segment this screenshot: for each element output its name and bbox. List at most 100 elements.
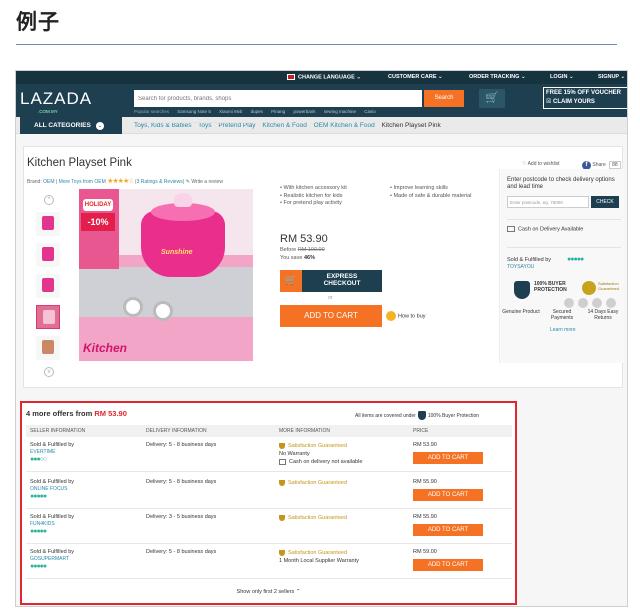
product-title: Kitchen Playset Pink bbox=[27, 157, 132, 169]
check-button[interactable]: CHECK bbox=[591, 196, 619, 208]
trophy-icon bbox=[279, 514, 285, 521]
delivery-info: Delivery: 5 - 8 business days bbox=[146, 549, 217, 555]
change-language-link[interactable]: CHANGE LANGUAGE ⌄ bbox=[287, 74, 361, 80]
column-header: DELIVERY INFORMATION bbox=[146, 428, 207, 434]
chevron-down-icon: ⌄ bbox=[95, 122, 104, 130]
show-fewer-sellers-link[interactable]: Show only first 2 sellers ⌃ bbox=[22, 589, 515, 595]
brand-link[interactable]: OEM bbox=[43, 179, 54, 185]
product-price: RM 53.90 bbox=[280, 233, 328, 245]
more-from-brand-link[interactable]: More Toys from OEM bbox=[59, 179, 106, 185]
trophy-icon bbox=[279, 549, 285, 556]
lazada-logo[interactable]: LAZADA bbox=[20, 89, 92, 109]
all-categories-button[interactable]: ALL CATEGORIES ⌄ bbox=[20, 117, 122, 134]
seller-link[interactable]: FUN4KIDS bbox=[30, 521, 74, 528]
seller-link[interactable]: EVERTIME bbox=[30, 449, 74, 456]
popular-search-link[interactable]: Xiaomi Mi4i bbox=[219, 109, 242, 114]
how-to-buy-link[interactable]: How to buy bbox=[386, 311, 426, 321]
category-bar: ALL CATEGORIES ⌄ Toys, Kids & Babies › Toy… bbox=[16, 117, 627, 134]
share-count: 88 bbox=[609, 161, 621, 169]
offers-title: 4 more offers from RM 53.90 bbox=[26, 409, 127, 418]
document-heading: 例子 bbox=[16, 10, 60, 34]
breadcrumb-link[interactable]: Kitchen & Food bbox=[262, 122, 306, 129]
search-input[interactable] bbox=[134, 90, 422, 107]
order-tracking-link[interactable]: ORDER TRACKING ⌄ bbox=[469, 74, 526, 80]
seller-link[interactable]: ONLINE FOCUS bbox=[30, 486, 74, 493]
trophy-icon bbox=[279, 442, 285, 449]
help-icon bbox=[386, 311, 396, 321]
add-to-cart-button[interactable]: ADD TO CART bbox=[413, 452, 483, 464]
product-panel: Kitchen Playset Pink Brand: OEM | More T… bbox=[23, 146, 624, 388]
popular-search-link[interactable]: Samsung Note 5 bbox=[177, 109, 211, 114]
popular-search-link[interactable]: Pinang bbox=[271, 109, 285, 114]
offer-price: RM 55.90 bbox=[413, 479, 437, 485]
cash-on-delivery-note: Cash on Delivery Available bbox=[507, 226, 583, 232]
offer-row: Sold & Fulfilled by ONLINE FOCUS ●●●●● Del… bbox=[26, 475, 512, 509]
column-header: SELLER INFORMATION bbox=[30, 428, 86, 434]
breadcrumb-link[interactable]: OEM Kitchen & Food bbox=[314, 122, 375, 129]
chevron-up-icon[interactable]: ^ bbox=[44, 195, 54, 205]
product-thumbnail[interactable] bbox=[36, 336, 60, 360]
login-link[interactable]: LOGIN ⌄ bbox=[550, 74, 574, 80]
breadcrumb-link[interactable]: Pretend Play bbox=[218, 122, 255, 129]
social-icon[interactable] bbox=[606, 298, 616, 308]
popular-searches-label: Popular searches bbox=[134, 109, 170, 114]
column-header: MORE INFORMATION bbox=[279, 428, 331, 434]
seller-name-link[interactable]: TOYSAYOU bbox=[507, 264, 534, 270]
cart-icon[interactable]: 🛒 bbox=[479, 89, 505, 108]
write-review-link[interactable]: ✎ Write a review bbox=[186, 179, 223, 185]
promo-badge-logo: HOLIDAY bbox=[83, 199, 113, 211]
seller-link[interactable]: GOSUPERMART bbox=[30, 556, 74, 563]
add-to-cart-button[interactable]: ADD TO CART bbox=[413, 489, 483, 501]
add-to-cart-button[interactable]: ADD TO CART bbox=[413, 559, 483, 571]
seller-info: Sold & Fulfilled by ●●●●● bbox=[507, 256, 584, 263]
product-thumbnail-selected[interactable] bbox=[36, 305, 60, 329]
feature-item: • For pretend play activity bbox=[280, 200, 342, 206]
cash-icon bbox=[507, 226, 515, 232]
add-to-cart-button[interactable]: ADD TO CART bbox=[280, 305, 382, 327]
shield-icon bbox=[514, 281, 530, 299]
seller-rating: ●●●●● bbox=[567, 256, 584, 263]
offers-table-header: SELLER INFORMATION DELIVERY INFORMATION … bbox=[26, 425, 512, 437]
product-main-image[interactable]: Sunshine Kitchen HOLIDAY -10% bbox=[79, 189, 253, 361]
add-to-wishlist-link[interactable]: ♡ Add to wishlist bbox=[522, 161, 560, 167]
breadcrumb: Toys, Kids & Babies › Toys › Pretend Play ›… bbox=[134, 122, 441, 129]
social-icon[interactable] bbox=[564, 298, 574, 308]
postcode-input[interactable]: Enter postcode, eg. 75000 bbox=[507, 196, 589, 208]
brand-line: Brand: OEM | More Toys from OEM ★★★★☆ (3… bbox=[27, 178, 223, 185]
express-checkout-button[interactable]: 🛒 EXPRESS CHECKOUT bbox=[280, 270, 382, 292]
trophy-icon bbox=[279, 479, 285, 486]
popular-search-link[interactable]: powerbank bbox=[293, 109, 315, 114]
site-header: LAZADA .COM.MY Search 🛒 FREE 15% OFF VOU… bbox=[16, 84, 627, 117]
seller-rating: ●●●○○ bbox=[30, 456, 47, 463]
breadcrumb-link[interactable]: Toys bbox=[198, 122, 211, 129]
social-icon[interactable] bbox=[578, 298, 588, 308]
popular-search-link[interactable]: sewing machine bbox=[324, 109, 356, 114]
shield-icon bbox=[417, 411, 426, 420]
add-to-cart-button[interactable]: ADD TO CART bbox=[413, 524, 483, 536]
product-thumbnail[interactable] bbox=[36, 212, 60, 236]
buyer-protection-note: All items are covered under 100% Buyer Pr… bbox=[355, 411, 480, 420]
search-button[interactable]: Search bbox=[424, 90, 464, 107]
delivery-info: Delivery: 5 - 8 business days bbox=[146, 442, 217, 448]
offer-row: Sold & Fulfilled by FUN4KIDS ●●●●● Deliver… bbox=[26, 510, 512, 544]
more-offers-box: 4 more offers from RM 53.90 All items ar… bbox=[20, 401, 517, 605]
learn-more-link[interactable]: Learn more bbox=[550, 327, 576, 333]
ratings-link[interactable]: (3 Ratings & Reviews) bbox=[135, 179, 184, 185]
voucher-banner[interactable]: FREE 15% OFF VOUCHER ☒ CLAIM YOURS bbox=[543, 87, 627, 109]
product-thumbnail[interactable] bbox=[36, 243, 60, 267]
voucher-title: FREE 15% OFF VOUCHER bbox=[546, 90, 622, 96]
thumbnail-strip: ^ v bbox=[36, 195, 62, 377]
chevron-down-icon[interactable]: v bbox=[44, 367, 54, 377]
rating-stars: ★★★★☆ bbox=[107, 178, 134, 185]
product-thumbnail[interactable] bbox=[36, 274, 60, 298]
offer-row: Sold & Fulfilled by EVERTIME ●●●○○ Deliver… bbox=[26, 438, 512, 472]
offer-price: RM 55.90 bbox=[413, 514, 437, 520]
customer-care-link[interactable]: CUSTOMER CARE ⌄ bbox=[388, 74, 443, 80]
feature-item: • Improve learning skills bbox=[390, 185, 448, 191]
signup-link[interactable]: SIGNUP ⌄ bbox=[598, 74, 625, 80]
lazada-product-page-screenshot: CHANGE LANGUAGE ⌄ CUSTOMER CARE ⌄ ORDER … bbox=[15, 70, 628, 607]
popular-search-link[interactable]: dupes bbox=[251, 109, 263, 114]
social-icon[interactable] bbox=[592, 298, 602, 308]
delivery-side-panel: Enter postcode to check delivery options… bbox=[499, 169, 624, 363]
popular-search-link[interactable]: Casio bbox=[364, 109, 376, 114]
